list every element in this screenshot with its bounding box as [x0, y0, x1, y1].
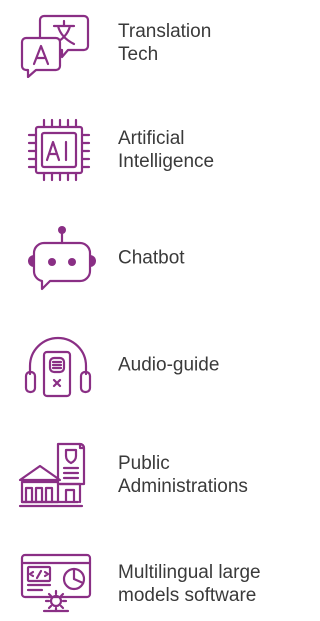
multilingual-software-icon [14, 549, 98, 619]
item-label: Audio-guide [118, 354, 220, 376]
chatbot-icon [14, 223, 98, 293]
item-label: Translation Tech [118, 21, 212, 65]
item-label: Public Administrations [118, 453, 248, 497]
audio-guide-headphones-icon [14, 330, 98, 400]
public-building-document-icon [14, 440, 98, 510]
list-item-artificial-intelligence: Artificial Intelligence [0, 115, 299, 185]
list-item-multilingual-software: Multilingual large models software [0, 549, 299, 619]
list-item-chatbot: Chatbot [0, 223, 299, 293]
translation-chat-icon [14, 8, 98, 78]
item-label: Chatbot [118, 247, 185, 269]
list-item-audio-guide: Audio-guide [0, 330, 299, 400]
list-item-translation-tech: Translation Tech [0, 8, 299, 78]
ai-chip-icon [14, 115, 98, 185]
list-item-public-administrations: Public Administrations [0, 440, 299, 510]
item-label: Multilingual large models software [118, 562, 261, 606]
item-label: Artificial Intelligence [118, 128, 215, 172]
feature-list: Translation Tech Artificial Intelligence… [0, 0, 299, 621]
